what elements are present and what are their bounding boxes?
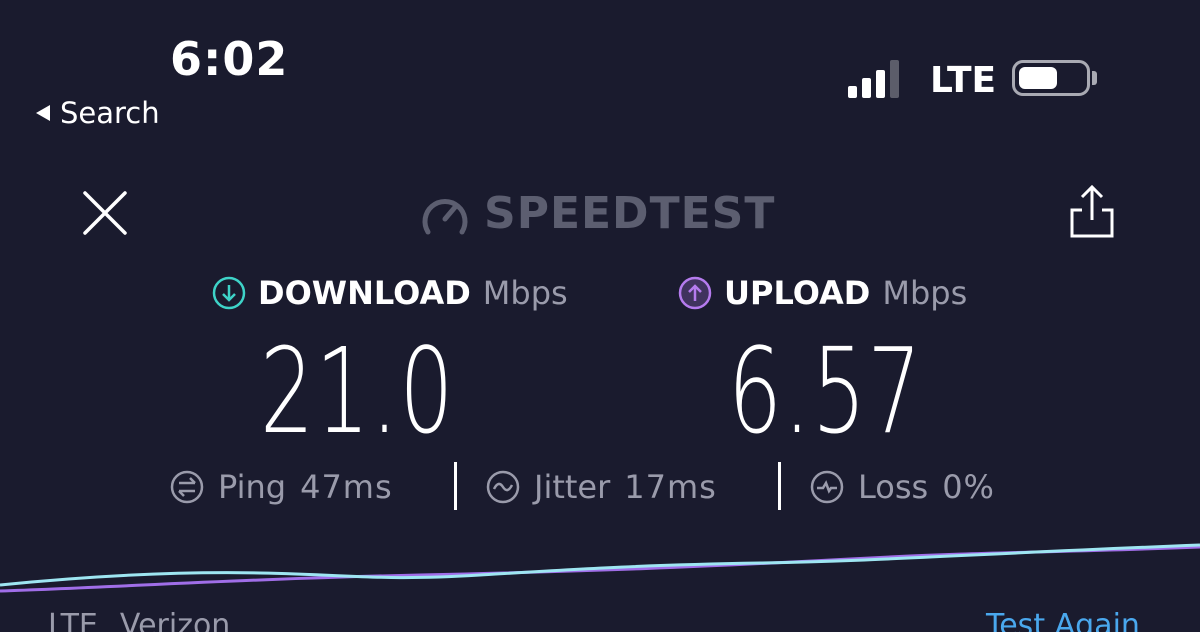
download-arrow-icon bbox=[212, 276, 246, 310]
loss-icon bbox=[810, 470, 844, 504]
download-header: DOWNLOAD Mbps bbox=[212, 274, 568, 312]
download-label: DOWNLOAD bbox=[258, 274, 471, 312]
loss-unit: % bbox=[963, 468, 995, 506]
stats-divider bbox=[778, 462, 781, 510]
battery-icon bbox=[1012, 60, 1090, 96]
loss-number: 0 bbox=[942, 468, 964, 506]
upload-header: UPLOAD Mbps bbox=[678, 274, 967, 312]
ping-unit: ms bbox=[342, 468, 393, 506]
speed-graph bbox=[0, 543, 1200, 593]
speedtest-logo: SPEEDTEST bbox=[420, 188, 775, 239]
connection-info: LTE Verizon bbox=[48, 608, 230, 632]
upload-speed-value: 6.57 bbox=[728, 322, 923, 460]
jitter-stat[interactable]: Jitter 17ms bbox=[486, 468, 717, 506]
network-type: LTE bbox=[930, 60, 997, 101]
brand-name: SPEEDTEST bbox=[484, 188, 776, 239]
test-again-button[interactable]: Test Again bbox=[986, 608, 1140, 632]
share-button[interactable] bbox=[1068, 184, 1116, 240]
back-to-search-button[interactable]: Search bbox=[36, 96, 160, 130]
upload-unit: Mbps bbox=[882, 274, 968, 312]
jitter-value: 17ms bbox=[624, 468, 717, 506]
jitter-number: 17 bbox=[624, 468, 667, 506]
share-icon bbox=[1070, 184, 1114, 238]
download-speed-value: 21.0 bbox=[260, 322, 455, 460]
battery-level bbox=[1019, 67, 1058, 89]
loss-label: Loss bbox=[858, 468, 929, 506]
close-button[interactable] bbox=[82, 190, 128, 236]
cellular-signal-icon bbox=[848, 60, 899, 98]
jitter-label: Jitter bbox=[534, 468, 611, 506]
loss-stat[interactable]: Loss 0% bbox=[810, 468, 995, 506]
loss-value: 0% bbox=[942, 468, 995, 506]
upload-label: UPLOAD bbox=[724, 274, 871, 312]
battery-nub bbox=[1092, 71, 1097, 85]
carrier-name: Verizon bbox=[119, 608, 231, 632]
latency-stats: Ping 47ms Jitter 17ms Loss 0% bbox=[0, 464, 1200, 510]
ping-value: 47ms bbox=[300, 468, 393, 506]
stats-divider bbox=[454, 462, 457, 510]
status-time: 6:02 bbox=[170, 32, 289, 86]
jitter-icon bbox=[486, 470, 520, 504]
ping-icon bbox=[170, 470, 204, 504]
back-label: Search bbox=[60, 96, 160, 130]
close-icon bbox=[83, 191, 127, 235]
footer-network-type: LTE bbox=[48, 608, 98, 632]
back-triangle-icon bbox=[36, 105, 50, 121]
jitter-unit: ms bbox=[666, 468, 717, 506]
download-unit: Mbps bbox=[482, 274, 568, 312]
speedtest-result-screen: 6:02 Search LTE SPEEDTEST DOWNLOAD Mbps … bbox=[0, 0, 1200, 632]
ping-number: 47 bbox=[300, 468, 343, 506]
upload-arrow-icon bbox=[678, 276, 712, 310]
ping-stat[interactable]: Ping 47ms bbox=[170, 468, 393, 506]
ping-label: Ping bbox=[218, 468, 287, 506]
speedometer-icon bbox=[422, 198, 468, 234]
